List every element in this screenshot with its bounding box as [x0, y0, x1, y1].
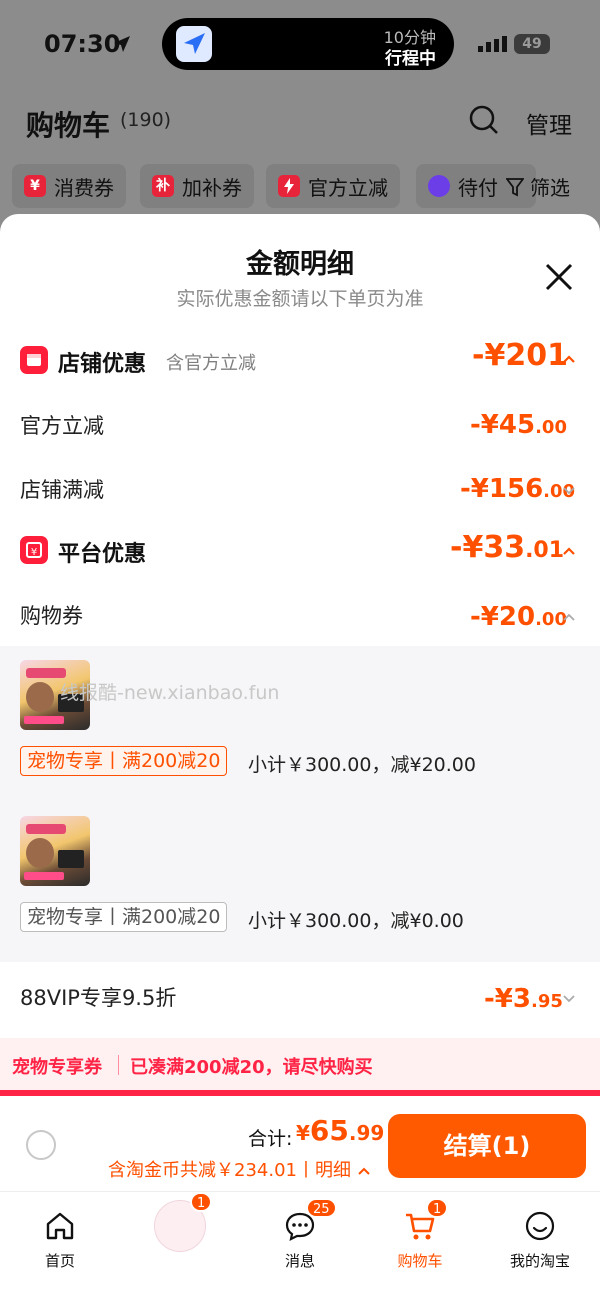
checkout-button[interactable]: 结算(1) [388, 1114, 586, 1178]
store-discount-amount[interactable]: -¥201 [472, 338, 568, 373]
clock-icon [428, 175, 450, 197]
location-arrow-icon [114, 36, 130, 52]
sheet-subtitle: 实际优惠金额请以下单页为准 [176, 288, 424, 310]
coupon-subtotal: 小计￥300.00，减¥20.00 [248, 754, 476, 776]
official-discount-amount: -¥45.00 [470, 410, 567, 440]
chevron-up-icon[interactable] [562, 612, 576, 622]
chevron-down-icon[interactable] [562, 486, 576, 496]
vip-discount-amount[interactable]: -¥3.95 [484, 984, 563, 1014]
coupon-tag-selected[interactable]: 宠物专享丨满200减20 [20, 746, 228, 776]
coupon-icon: ¥ [24, 175, 46, 197]
navigation-app-icon [176, 26, 212, 62]
chip-official-discount[interactable]: 官方立减 [266, 164, 400, 208]
profile-smile-icon [525, 1211, 555, 1241]
tab-messages[interactable]: 25 消息 [240, 1192, 360, 1282]
shopping-coupon-amount[interactable]: -¥20.00 [470, 602, 567, 632]
filter-icon [506, 177, 524, 196]
coupon-tag[interactable]: 宠物专享丨满200减20 [20, 902, 228, 932]
promo-banner[interactable]: 宠物专享券 已凑满200减20，请尽快购买 [0, 1038, 600, 1094]
signal-icon [478, 36, 507, 52]
sheet-title: 金额明细 [246, 249, 354, 280]
total-amount: ¥65.99 [296, 1114, 385, 1147]
watermark: 线报酷-new.xianbao.fun [60, 682, 280, 704]
search-icon[interactable] [468, 104, 500, 136]
amount-detail-sheet: 金额明细 实际优惠金额请以下单页为准 店铺优惠 含官方立减 -¥201 官方立减… [0, 214, 600, 1303]
store-discount-note: 含官方立减 [166, 353, 256, 374]
manage-button[interactable]: 管理 [526, 106, 572, 140]
island-status: 行程中 [385, 49, 436, 69]
lightning-icon [278, 175, 300, 197]
chevron-up-icon[interactable] [562, 546, 576, 556]
select-all-radio[interactable] [26, 1130, 56, 1160]
promo-tag: 宠物专享券 [12, 1057, 102, 1078]
close-icon[interactable] [542, 260, 576, 294]
store-discount-title: 店铺优惠 [58, 352, 147, 377]
vip-discount-label: 88VIP专享9.5折 [20, 986, 177, 1010]
platform-discount-amount[interactable]: -¥33.01 [450, 530, 564, 565]
battery-icon: 49 [514, 34, 550, 54]
tab-cart[interactable]: 1 购物车 [360, 1192, 480, 1282]
total-discount-detail[interactable]: 含淘金币共减￥234.01丨明细 [108, 1156, 371, 1182]
filter-button[interactable]: 筛选 [506, 172, 570, 201]
store-full-reduction-label: 店铺满减 [20, 478, 104, 502]
store-icon [20, 346, 48, 374]
official-discount-label: 官方立减 [20, 414, 104, 438]
chevron-down-icon[interactable] [562, 994, 576, 1004]
product-thumbnail[interactable] [20, 816, 90, 886]
shopping-coupon-label: 购物券 [20, 604, 83, 628]
cart-count: (190) [120, 109, 172, 131]
status-time: 07:30 [44, 30, 121, 58]
home-icon [46, 1212, 74, 1240]
platform-coupon-icon: ¥ [20, 536, 48, 564]
promo-divider [118, 1055, 119, 1075]
chevron-up-icon[interactable] [562, 354, 576, 364]
promo-text: 已凑满200减20，请尽快购买 [130, 1057, 373, 1078]
bottom-tab-bar: 首页 1 25 消息 1 购物车 我的淘宝 [0, 1192, 600, 1303]
notification-badge: 1 [190, 1192, 213, 1212]
chip-consumer-coupon[interactable]: ¥ 消费券 [12, 164, 126, 208]
dynamic-island[interactable]: 10分钟 行程中 [162, 18, 454, 70]
chip-subsidy-coupon[interactable]: 补加补券 [140, 164, 254, 208]
svg-text:¥: ¥ [31, 547, 37, 558]
message-count-badge: 25 [306, 1198, 337, 1218]
background-page: 07:30 10分钟 行程中 49 购物车 (190) 管理 ¥ 消费券 补加补券 [0, 0, 600, 240]
platform-discount-title: 平台优惠 [58, 542, 147, 567]
subsidy-icon: 补 [152, 175, 174, 197]
tab-my-taobao[interactable]: 我的淘宝 [480, 1192, 600, 1282]
tab-home[interactable]: 首页 [0, 1192, 120, 1282]
store-full-reduction-amount[interactable]: -¥156.00 [460, 474, 575, 504]
page-title: 购物车 [26, 109, 111, 142]
tab-mascot[interactable]: 1 [120, 1192, 240, 1282]
checkout-bar: 合计: ¥65.99 含淘金币共减￥234.01丨明细 结算(1) [0, 1096, 600, 1192]
coupon-subtotal: 小计￥300.00，减¥0.00 [248, 910, 464, 932]
chevron-up-icon [358, 1167, 370, 1175]
status-bar: 07:30 10分钟 行程中 49 [0, 0, 600, 90]
cart-count-badge: 1 [426, 1198, 449, 1218]
total-label: 合计: [248, 1128, 293, 1150]
